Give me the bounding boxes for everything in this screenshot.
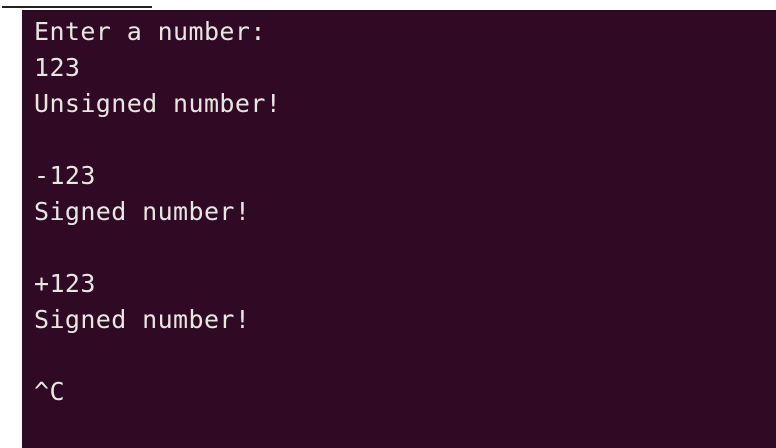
terminal-output: Enter a number: 123 Unsigned number! -12…: [34, 14, 768, 410]
terminal-line-output: Signed number!: [34, 197, 251, 226]
terminal-line-input: +123: [34, 269, 96, 298]
terminal-line-input: -123: [34, 161, 96, 190]
terminal-window[interactable]: Enter a number: 123 Unsigned number! -12…: [22, 10, 776, 448]
terminal-line-input: 123: [34, 53, 81, 82]
title-underline: [2, 0, 152, 8]
terminal-line-output: Signed number!: [34, 305, 251, 334]
window-top-strip: [0, 0, 776, 8]
terminal-line-output: Unsigned number!: [34, 89, 282, 118]
screenshot-frame: Enter a number: 123 Unsigned number! -12…: [0, 0, 776, 448]
terminal-line-prompt: Enter a number:: [34, 17, 266, 46]
terminal-line-interrupt: ^C: [34, 377, 65, 406]
